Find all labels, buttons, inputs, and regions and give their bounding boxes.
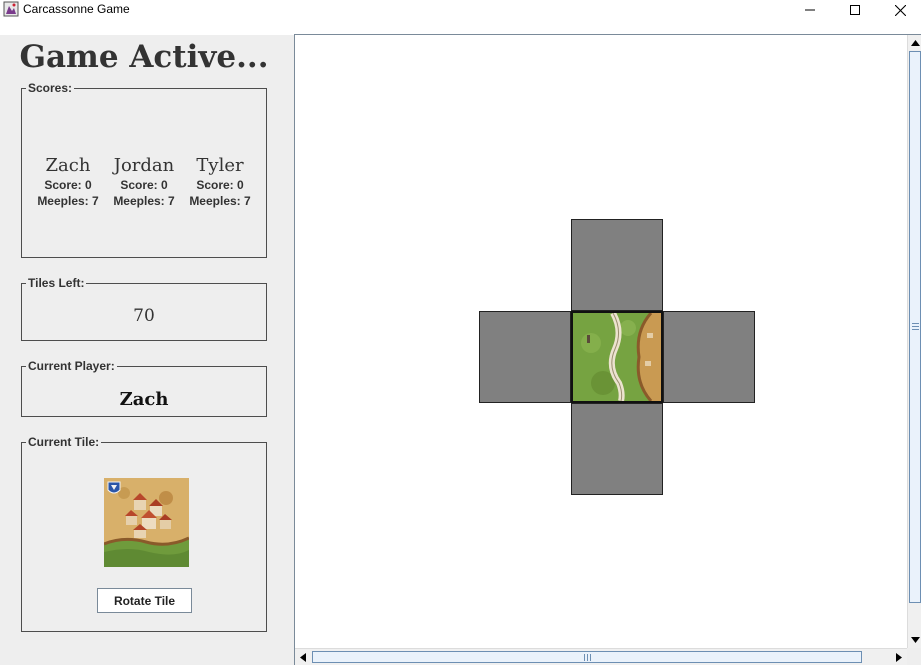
tiles-left-panel: Tiles Left: 70 xyxy=(21,276,267,341)
scores-label: Scores: xyxy=(28,81,73,95)
horizontal-scrollbar[interactable] xyxy=(295,648,907,665)
scroll-left-arrow[interactable] xyxy=(295,649,310,665)
arrow-right-icon xyxy=(895,652,902,662)
maximize-button[interactable] xyxy=(832,0,878,20)
title-bar: Carcassonne Game xyxy=(0,0,921,20)
current-player-name: Zach xyxy=(119,389,169,410)
scroll-right-arrow[interactable] xyxy=(891,649,906,665)
player-score: Score: 0 xyxy=(44,178,92,192)
tiles-left-count: 70 xyxy=(133,306,155,326)
scroll-corner xyxy=(907,648,921,665)
close-button[interactable] xyxy=(877,0,921,20)
arrow-left-icon xyxy=(299,652,306,662)
game-status-title: Game Active... xyxy=(19,39,269,75)
board-scroll-pane[interactable] xyxy=(294,34,921,665)
arrow-down-icon xyxy=(910,636,920,643)
player-score-card: Tyler Score: 0 Meeples: 7 xyxy=(182,155,258,209)
scroll-down-arrow[interactable] xyxy=(908,632,921,647)
empty-slot-west[interactable] xyxy=(479,311,571,403)
window-title: Carcassonne Game xyxy=(23,2,130,16)
placed-tile-image xyxy=(573,313,661,401)
player-meeples: Meeples: 7 xyxy=(113,194,175,208)
scores-panel: Scores: Zach Score: 0 Meeples: 7 Jordan … xyxy=(21,81,267,258)
current-player-label: Current Player: xyxy=(28,359,115,373)
empty-slot-east[interactable] xyxy=(663,311,755,403)
minimize-icon xyxy=(805,9,815,11)
scroll-up-arrow[interactable] xyxy=(908,35,921,50)
player-score: Score: 0 xyxy=(196,178,244,192)
minimize-button[interactable] xyxy=(787,0,833,20)
vertical-scrollbar[interactable] xyxy=(907,35,921,648)
player-meeples: Meeples: 7 xyxy=(189,194,251,208)
empty-slot-south[interactable] xyxy=(571,403,663,495)
close-icon xyxy=(894,4,906,16)
current-tile-label: Current Tile: xyxy=(28,435,100,449)
player-name: Tyler xyxy=(196,155,244,176)
arrow-up-icon xyxy=(910,39,920,46)
game-board[interactable] xyxy=(295,35,907,648)
maximize-icon xyxy=(850,5,860,15)
empty-slot-north[interactable] xyxy=(571,219,663,311)
current-player-panel: Current Player: Zach xyxy=(21,359,267,417)
control-panel: Game Active... Scores: Zach Score: 0 Mee… xyxy=(0,35,294,665)
player-name: Jordan xyxy=(113,155,175,176)
placed-tile xyxy=(571,311,663,403)
vertical-scroll-thumb[interactable] xyxy=(909,51,921,603)
tiles-left-label: Tiles Left: xyxy=(28,276,85,290)
player-score-card: Zach Score: 0 Meeples: 7 xyxy=(30,155,106,209)
player-meeples: Meeples: 7 xyxy=(37,194,99,208)
player-score-card: Jordan Score: 0 Meeples: 7 xyxy=(106,155,182,209)
app-icon xyxy=(3,1,19,17)
current-tile-image xyxy=(104,478,189,567)
rotate-tile-button[interactable]: Rotate Tile xyxy=(97,588,192,613)
player-name: Zach xyxy=(45,155,91,176)
player-score: Score: 0 xyxy=(120,178,168,192)
current-tile-panel: Current Tile: Rotate Tile xyxy=(21,435,267,632)
horizontal-scroll-thumb[interactable] xyxy=(312,651,862,663)
